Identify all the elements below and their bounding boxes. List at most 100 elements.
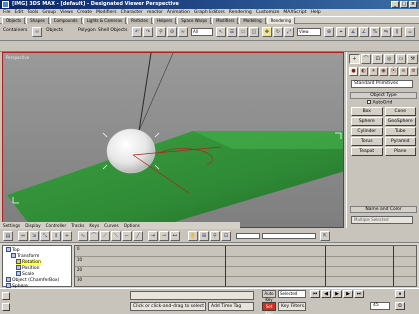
- tab-compounds[interactable]: Compounds: [49, 17, 82, 24]
- tube-button[interactable]: Tube: [384, 127, 416, 136]
- move-keys-icon[interactable]: ⇔: [18, 231, 28, 241]
- select-link-icon[interactable]: ⚲: [156, 27, 166, 37]
- undo-icon[interactable]: ↶: [132, 27, 142, 37]
- viewport-label[interactable]: Perspective: [6, 55, 29, 60]
- tab-modifiers[interactable]: Modifiers: [212, 17, 239, 24]
- time-config-icon[interactable]: ⏲: [395, 302, 405, 310]
- tab-helpers[interactable]: Helpers: [152, 17, 177, 24]
- tangent-step-icon[interactable]: ⌐: [122, 231, 132, 241]
- auto-key-button[interactable]: Auto Key: [262, 290, 276, 302]
- toolbar-label-objects[interactable]: Objects: [46, 28, 63, 33]
- torus-button[interactable]: Torus: [351, 137, 383, 146]
- tv-menu-tracks[interactable]: Tracks: [71, 222, 84, 229]
- zoom-region-icon[interactable]: ⊡: [221, 231, 231, 241]
- menu-customize[interactable]: Customize: [256, 9, 280, 16]
- toolbar-label-containers[interactable]: Containers: [3, 28, 27, 33]
- show-tangents-icon[interactable]: ⊸: [159, 231, 169, 241]
- tv-menu-curves[interactable]: Curves: [104, 222, 119, 229]
- filters-icon[interactable]: ▤: [3, 231, 13, 241]
- menu-tools[interactable]: Tools: [27, 9, 38, 16]
- snap-icon[interactable]: ∡: [348, 27, 358, 37]
- menu-help[interactable]: Help: [311, 9, 321, 16]
- display-tab-icon[interactable]: ▭: [395, 54, 407, 64]
- redo-icon[interactable]: ↷: [143, 27, 153, 37]
- key-filters-button[interactable]: Key Filters...: [278, 302, 306, 311]
- next-frame-icon[interactable]: ▶: [343, 290, 353, 298]
- lights-icon[interactable]: ☀: [369, 67, 378, 76]
- maximize-button[interactable]: □: [400, 1, 408, 8]
- menu-file[interactable]: File: [3, 9, 11, 16]
- zoom-extents-icon[interactable]: ⊞: [199, 231, 209, 241]
- key-value-field[interactable]: [236, 233, 260, 239]
- toolbar-label-shell[interactable]: Shell Objects: [98, 28, 127, 33]
- tv-menu-display[interactable]: Display: [25, 222, 40, 229]
- select-manipulate-icon[interactable]: ⌖: [336, 27, 346, 37]
- render-icon[interactable]: ☕: [405, 27, 415, 37]
- tv-menu-options[interactable]: Options: [124, 222, 140, 229]
- status-scroll-field[interactable]: [130, 291, 254, 300]
- cone-button[interactable]: Cone: [384, 107, 416, 116]
- unlink-icon[interactable]: ⊘: [167, 27, 177, 37]
- name-color-rollout[interactable]: Name and Color: [350, 206, 417, 213]
- motion-tab-icon[interactable]: ◎: [384, 54, 395, 64]
- goto-end-icon[interactable]: ⏭: [354, 290, 364, 298]
- autogrid-box[interactable]: [367, 100, 371, 104]
- track-timeline[interactable]: 0 10 20 30: [74, 245, 417, 287]
- menu-edit[interactable]: Edit: [15, 9, 24, 16]
- add-keys-icon[interactable]: +: [62, 231, 72, 241]
- tangent-slow-icon[interactable]: ⟍: [111, 231, 121, 241]
- tab-objects[interactable]: Objects: [2, 17, 26, 24]
- menu-reactor[interactable]: reactor: [147, 9, 163, 16]
- geosphere-button[interactable]: GeoSphere: [384, 117, 416, 126]
- space-warps-icon[interactable]: ≋: [399, 67, 408, 76]
- trackview-expand-icon[interactable]: ⇱: [320, 231, 330, 241]
- play-icon[interactable]: ▶: [332, 290, 342, 298]
- pan-icon[interactable]: ✋: [188, 231, 198, 241]
- box-button[interactable]: Box: [351, 107, 383, 116]
- rect-selection-icon[interactable]: ▭: [238, 27, 248, 37]
- menu-create[interactable]: Create: [77, 9, 92, 16]
- hierarchy-tab-icon[interactable]: ⊡: [372, 54, 384, 64]
- menu-modifiers[interactable]: Modifiers: [96, 9, 117, 16]
- shapes-icon[interactable]: ◐: [359, 67, 368, 76]
- tangent-linear-icon[interactable]: ╱: [133, 231, 143, 241]
- minimize-button[interactable]: _: [391, 1, 399, 8]
- cameras-icon[interactable]: ◉: [379, 67, 388, 76]
- tangent-auto-icon[interactable]: ∿: [78, 231, 88, 241]
- reference-coordinate-dropdown[interactable]: View: [297, 28, 321, 36]
- time-slider-field[interactable]: [262, 233, 316, 239]
- angle-snap-icon[interactable]: ∠: [359, 27, 369, 37]
- align-icon[interactable]: ⫼: [392, 27, 402, 37]
- close-button[interactable]: ×: [409, 1, 417, 8]
- tab-modeling[interactable]: Modeling: [239, 17, 266, 24]
- add-time-tag-button[interactable]: Add Time Tag: [208, 302, 254, 311]
- tv-menu-keys[interactable]: Keys: [89, 222, 99, 229]
- window-crossing-icon[interactable]: ◫: [249, 27, 259, 37]
- set-key-button[interactable]: Set Key: [262, 302, 276, 314]
- toolbar-label-polygon[interactable]: Polygon: [78, 28, 96, 33]
- scale-keys-icon[interactable]: ⤡: [40, 231, 50, 241]
- object-name-field[interactable]: Multiple Selected: [351, 216, 413, 224]
- utilities-tab-icon[interactable]: ⚒: [407, 54, 419, 64]
- create-tab-icon[interactable]: +: [349, 54, 360, 64]
- menu-graph-editors[interactable]: Graph Editors: [194, 9, 225, 16]
- tab-rendering[interactable]: Rendering: [266, 17, 296, 24]
- current-frame-field[interactable]: 45: [370, 302, 390, 310]
- pivot-icon[interactable]: ⊕: [324, 27, 334, 37]
- slide-keys-icon[interactable]: ⇲: [29, 231, 39, 241]
- percent-snap-icon[interactable]: %: [370, 27, 380, 37]
- systems-icon[interactable]: ⚙: [409, 67, 418, 76]
- zoom-icon[interactable]: ⚲: [210, 231, 220, 241]
- selection-filter-dropdown[interactable]: All: [191, 28, 213, 36]
- pyramid-button[interactable]: Pyramid: [384, 137, 416, 146]
- menu-character[interactable]: Character: [121, 9, 143, 16]
- tab-particles[interactable]: Particles: [127, 17, 152, 24]
- primitive-type-dropdown[interactable]: Standard Primitives: [351, 80, 413, 88]
- modify-tab-icon[interactable]: ⌒: [360, 54, 372, 64]
- menu-rendering[interactable]: Rendering: [229, 9, 252, 16]
- geometry-icon[interactable]: ●: [349, 67, 358, 76]
- selected-dropdown[interactable]: Selected: [278, 290, 306, 298]
- rotate-icon[interactable]: ↻: [273, 27, 283, 37]
- mirror-icon[interactable]: ⇋: [381, 27, 391, 37]
- move-icon[interactable]: ✥: [262, 27, 272, 37]
